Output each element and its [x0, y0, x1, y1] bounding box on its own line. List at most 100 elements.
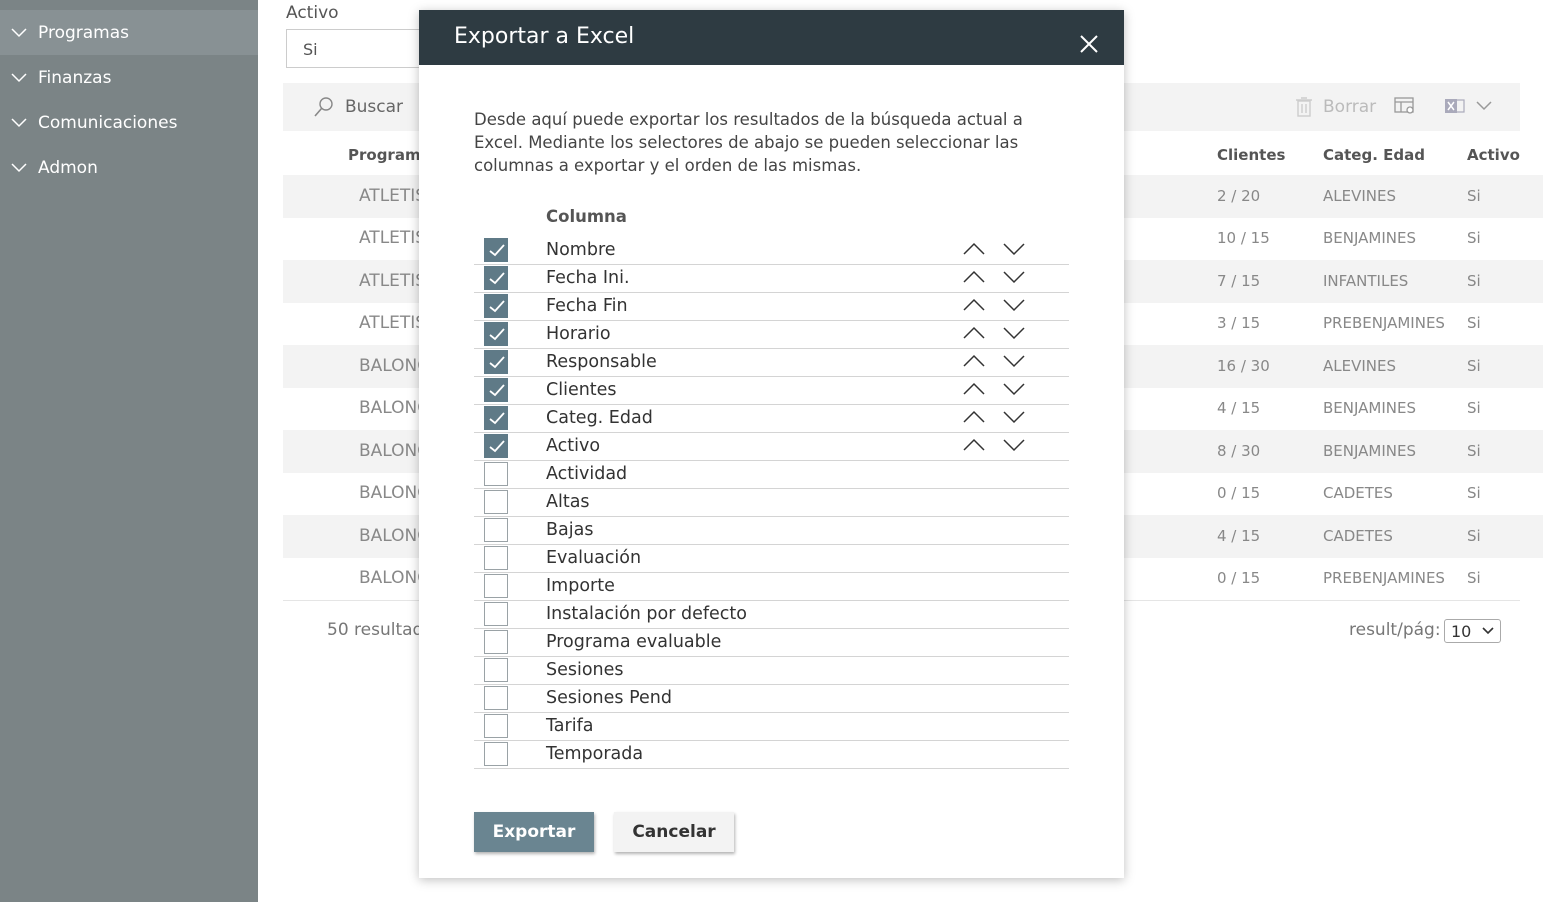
row-name: ATLETIS — [359, 186, 427, 206]
row-activo: Si — [1467, 357, 1481, 375]
move-down-icon[interactable] — [1003, 354, 1025, 368]
excel-icon — [1445, 99, 1465, 113]
column-checkbox[interactable] — [484, 434, 508, 458]
search-button[interactable]: Buscar — [313, 96, 403, 118]
column-checkbox[interactable] — [484, 658, 508, 682]
column-option-row: Tarifa — [474, 713, 1069, 741]
column-checkbox[interactable] — [484, 350, 508, 374]
column-option-label: Temporada — [546, 744, 644, 764]
move-up-icon[interactable] — [963, 298, 985, 312]
activo-filter-select[interactable]: Si — [286, 29, 426, 68]
move-down-icon[interactable] — [1003, 410, 1025, 424]
column-checkbox[interactable] — [484, 322, 508, 346]
column-settings-button[interactable] — [1394, 96, 1416, 116]
row-activo: Si — [1467, 272, 1481, 290]
row-activo: Si — [1467, 569, 1481, 587]
column-checkbox[interactable] — [484, 238, 508, 262]
column-option-label: Sesiones — [546, 660, 624, 680]
column-option-row: Importe — [474, 573, 1069, 601]
column-option-row: Instalación por defecto — [474, 601, 1069, 629]
column-checkbox[interactable] — [484, 266, 508, 290]
export-button[interactable]: Exportar — [474, 812, 594, 852]
cancel-button[interactable]: Cancelar — [614, 812, 734, 852]
column-header-activo[interactable]: Activo — [1467, 146, 1520, 164]
activo-filter-label: Activo — [286, 3, 339, 23]
row-clientes: 10 / 15 — [1217, 229, 1270, 247]
dialog-header: Exportar a Excel — [419, 10, 1124, 65]
column-checkbox[interactable] — [484, 630, 508, 654]
search-button-label: Buscar — [345, 97, 404, 117]
column-checkbox[interactable] — [484, 406, 508, 430]
move-down-icon[interactable] — [1003, 382, 1025, 396]
column-checkbox[interactable] — [484, 686, 508, 710]
column-option-row: Altas — [474, 489, 1069, 517]
column-checkbox[interactable] — [484, 490, 508, 514]
checkmark-icon — [489, 384, 505, 397]
row-clientes: 8 / 30 — [1217, 442, 1261, 460]
move-up-icon[interactable] — [963, 242, 985, 256]
row-clientes: 4 / 15 — [1217, 399, 1261, 417]
move-up-icon[interactable] — [963, 270, 985, 284]
row-name: ATLETIS — [359, 271, 427, 291]
move-down-icon[interactable] — [1003, 298, 1025, 312]
column-checkbox[interactable] — [484, 742, 508, 766]
column-option-label: Horario — [546, 324, 611, 344]
perpage-select[interactable]: 10 — [1444, 619, 1501, 643]
row-categ: CADETES — [1323, 527, 1393, 545]
chevron-down-icon — [0, 72, 38, 83]
checkmark-icon — [489, 272, 505, 285]
column-option-row: Programa evaluable — [474, 629, 1069, 657]
column-checkbox[interactable] — [484, 602, 508, 626]
checkmark-icon — [489, 244, 505, 257]
column-option-label: Evaluación — [546, 548, 642, 568]
column-checkbox[interactable] — [484, 574, 508, 598]
checkmark-icon — [489, 328, 505, 341]
sidebar-item-admon[interactable]: Admon — [0, 145, 258, 190]
sidebar-item-programas[interactable]: Programas — [0, 10, 258, 55]
column-option-label: Nombre — [546, 240, 616, 260]
move-up-icon[interactable] — [963, 410, 985, 424]
row-activo: Si — [1467, 229, 1481, 247]
column-option-row: Responsable — [474, 349, 1069, 377]
column-option-row: Sesiones Pend — [474, 685, 1069, 713]
column-option-label: Responsable — [546, 352, 657, 372]
column-option-row: Clientes — [474, 377, 1069, 405]
column-option-label: Importe — [546, 576, 615, 596]
move-up-icon[interactable] — [963, 354, 985, 368]
column-option-label: Altas — [546, 492, 590, 512]
column-option-label: Instalación por defecto — [546, 604, 747, 624]
row-clientes: 7 / 15 — [1217, 272, 1261, 290]
sidebar-item-comunicaciones[interactable]: Comunicaciones — [0, 100, 258, 145]
close-icon[interactable] — [1078, 33, 1100, 55]
column-option-label: Tarifa — [546, 716, 594, 736]
column-checkbox[interactable] — [484, 546, 508, 570]
row-activo: Si — [1467, 527, 1481, 545]
move-up-icon[interactable] — [963, 438, 985, 452]
sidebar-item-label: Comunicaciones — [38, 112, 178, 133]
row-categ: BENJAMINES — [1323, 442, 1416, 460]
column-header-categ-edad[interactable]: Categ. Edad — [1323, 146, 1425, 164]
column-checkbox[interactable] — [484, 462, 508, 486]
column-header-clientes[interactable]: Clientes — [1217, 146, 1285, 164]
column-checkbox[interactable] — [484, 294, 508, 318]
move-down-icon[interactable] — [1003, 438, 1025, 452]
column-option-row: Fecha Ini. — [474, 265, 1069, 293]
chevron-down-icon — [0, 27, 38, 38]
row-categ: PREBENJAMINES — [1323, 569, 1445, 587]
column-option-label: Clientes — [546, 380, 617, 400]
column-option-label: Programa evaluable — [546, 632, 722, 652]
move-up-icon[interactable] — [963, 326, 985, 340]
excel-export-button[interactable] — [1444, 96, 1492, 116]
chevron-down-icon — [1476, 101, 1492, 111]
column-option-row: Bajas — [474, 517, 1069, 545]
column-checkbox[interactable] — [484, 378, 508, 402]
move-down-icon[interactable] — [1003, 242, 1025, 256]
delete-button[interactable]: Borrar — [1295, 96, 1376, 118]
row-categ: ALEVINES — [1323, 357, 1397, 375]
move-up-icon[interactable] — [963, 382, 985, 396]
move-down-icon[interactable] — [1003, 270, 1025, 284]
move-down-icon[interactable] — [1003, 326, 1025, 340]
sidebar-item-finanzas[interactable]: Finanzas — [0, 55, 258, 100]
column-checkbox[interactable] — [484, 518, 508, 542]
column-checkbox[interactable] — [484, 714, 508, 738]
